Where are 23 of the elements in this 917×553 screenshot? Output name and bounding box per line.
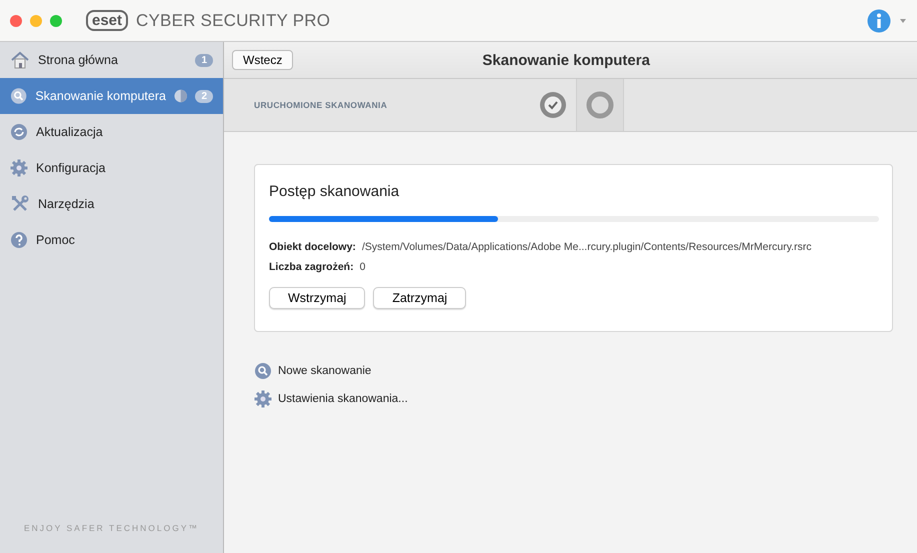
sidebar-item[interactable]: Narzędzia	[0, 186, 223, 222]
action-button[interactable]: Zatrzymaj	[373, 287, 466, 309]
logo: eset	[86, 10, 128, 31]
back-button[interactable]: Wstecz	[232, 50, 294, 70]
tagline: ENJOY SAFER TECHNOLOGY™	[22, 523, 200, 535]
sidebar-item[interactable]: Aktualizacja	[0, 114, 223, 150]
field-label: Obiekt docelowy:	[269, 241, 356, 253]
count-badge: 1	[195, 54, 213, 66]
field-value: 0	[360, 261, 366, 273]
action-button[interactable]: Wstrzymaj	[269, 287, 366, 309]
section-label: URUCHOMIONE SKANOWANIA	[254, 100, 388, 110]
sidebar-item[interactable]: Konfiguracja	[0, 150, 223, 186]
sidebar-item[interactable]: Pomoc	[0, 222, 223, 258]
sidebar-item[interactable]: Skanowanie komputera 2	[0, 78, 223, 114]
action-link[interactable]: Nowe skanowanie	[254, 362, 893, 380]
sidebar-item[interactable]: Strona główna 1	[0, 42, 223, 78]
field-value: /System/Volumes/Data/Applications/Adobe Me...rcury.plugin/Contents/Resources/MrMercury.rsrc	[362, 241, 812, 253]
count-badge: 2	[195, 90, 213, 102]
page-title: Skanowanie komputera	[481, 52, 651, 68]
action-link[interactable]: Ustawienia skanowania...	[254, 390, 893, 408]
card-title: Postęp skanowania	[269, 183, 400, 200]
field-label: Liczba zagrożeń:	[269, 261, 354, 273]
app-title: CYBER SECURITY PRO	[136, 10, 332, 30]
